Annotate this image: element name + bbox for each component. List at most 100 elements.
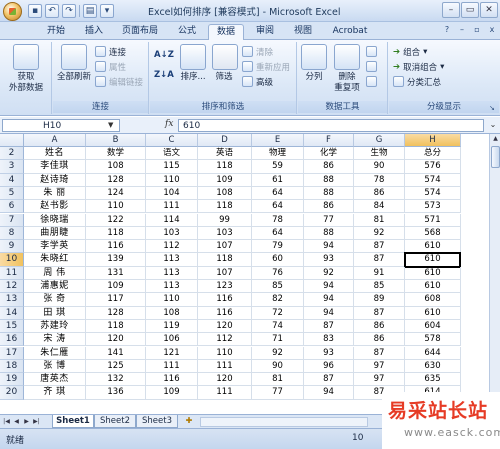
cell-f4[interactable]: 88	[304, 173, 354, 187]
select-all-corner[interactable]	[0, 134, 24, 147]
worksheet-grid[interactable]: A B C D E F G H 2 姓名 数学 语文 英语 物理 化学 生物 总分 3 李佳琪 108 115 118 59…	[0, 134, 489, 414]
row-header-3[interactable]: 3	[0, 160, 24, 174]
cell-a17[interactable]: 朱仁雁	[24, 346, 86, 360]
data-validation-button[interactable]	[366, 45, 377, 58]
cell-g5[interactable]: 86	[354, 186, 405, 201]
cell-h4[interactable]: 574	[405, 173, 461, 187]
cell-a10[interactable]: 朱晓红	[24, 253, 86, 267]
cell-b18[interactable]: 125	[86, 359, 146, 374]
column-header-b[interactable]: B	[86, 134, 146, 147]
cell-a3[interactable]: 李佳琪	[24, 160, 86, 174]
cell-e19[interactable]: 81	[252, 373, 304, 387]
ribbon-minimize-icon[interactable]: –	[457, 25, 467, 35]
cell-h14[interactable]: 610	[405, 306, 461, 320]
ungroup-button[interactable]: ➔ 取消组合 ▾	[393, 60, 444, 73]
cell-d19[interactable]: 120	[198, 373, 252, 387]
cell-a12[interactable]: 浦惠妮	[24, 280, 86, 294]
cell-a15[interactable]: 苏建玲	[24, 319, 86, 334]
row-header-6[interactable]: 6	[0, 200, 24, 214]
cell-e5[interactable]: 64	[252, 186, 304, 201]
cell-e3[interactable]: 59	[252, 160, 304, 174]
cell-f2[interactable]: 化学	[304, 147, 354, 161]
cell-g16[interactable]: 86	[354, 333, 405, 347]
cell-a16[interactable]: 宋 涛	[24, 333, 86, 347]
cell-c18[interactable]: 111	[146, 359, 198, 374]
cell-b14[interactable]: 128	[86, 306, 146, 320]
cell-f14[interactable]: 94	[304, 306, 354, 320]
sort-button[interactable]: 排序...	[178, 44, 208, 83]
cell-d16[interactable]: 112	[198, 333, 252, 347]
vertical-scrollbar[interactable]: ▲ ▼	[489, 134, 500, 414]
what-if-button[interactable]	[366, 75, 377, 88]
cell-c8[interactable]: 103	[146, 226, 198, 241]
subtotal-button[interactable]: 分类汇总	[393, 75, 441, 88]
row-header-17[interactable]: 17	[0, 346, 24, 360]
cell-g6[interactable]: 84	[354, 200, 405, 214]
sort-ascending-button[interactable]: A↓Z	[154, 48, 174, 61]
connections-button[interactable]: 连接	[95, 45, 126, 58]
cell-h7[interactable]: 571	[405, 213, 461, 227]
cell-a8[interactable]: 曲朋睫	[24, 226, 86, 241]
cell-c4[interactable]: 110	[146, 173, 198, 187]
cell-h12[interactable]: 610	[405, 280, 461, 294]
cell-c15[interactable]: 119	[146, 319, 198, 334]
consolidate-button[interactable]	[366, 60, 377, 73]
cell-h9[interactable]: 610	[405, 240, 461, 254]
cell-f15[interactable]: 87	[304, 319, 354, 334]
cell-e11[interactable]: 76	[252, 266, 304, 280]
sheet-tab-3[interactable]: Sheet3	[136, 415, 178, 428]
close-button[interactable]: ✕	[480, 2, 498, 18]
cell-h13[interactable]: 608	[405, 293, 461, 307]
cell-h19[interactable]: 635	[405, 373, 461, 387]
cell-g19[interactable]: 97	[354, 373, 405, 387]
cell-d2[interactable]: 英语	[198, 147, 252, 161]
cell-b3[interactable]: 108	[86, 160, 146, 174]
cell-a13[interactable]: 张 奇	[24, 293, 86, 307]
cell-g12[interactable]: 85	[354, 280, 405, 294]
tab-review[interactable]: 审阅	[248, 24, 282, 40]
row-header-13[interactable]: 13	[0, 293, 24, 307]
cell-e12[interactable]: 85	[252, 280, 304, 294]
cell-g3[interactable]: 90	[354, 160, 405, 174]
tab-home[interactable]: 开始	[40, 24, 72, 40]
cell-b20[interactable]: 136	[86, 386, 146, 400]
minimize-button[interactable]: –	[442, 2, 460, 18]
cell-g15[interactable]: 86	[354, 319, 405, 334]
cell-a18[interactable]: 张 博	[24, 359, 86, 374]
cell-b4[interactable]: 128	[86, 173, 146, 187]
ribbon-close-icon[interactable]: x	[487, 25, 497, 35]
help-icon[interactable]: ?	[442, 25, 452, 35]
row-header-4[interactable]: 4	[0, 173, 24, 187]
cell-a20[interactable]: 齐 琪	[24, 386, 86, 400]
cell-b6[interactable]: 110	[86, 200, 146, 214]
cell-b7[interactable]: 122	[86, 213, 146, 227]
cell-f5[interactable]: 88	[304, 186, 354, 201]
cell-c11[interactable]: 113	[146, 266, 198, 280]
column-header-c[interactable]: C	[146, 134, 198, 147]
cell-a7[interactable]: 徐晓瑞	[24, 213, 86, 227]
undo-icon[interactable]: ↶	[45, 4, 59, 18]
cell-h17[interactable]: 644	[405, 346, 461, 360]
cell-e18[interactable]: 90	[252, 359, 304, 374]
sheet-tab-1[interactable]: Sheet1	[52, 415, 94, 428]
tab-data[interactable]: 数据	[208, 24, 244, 40]
cell-g2[interactable]: 生物	[354, 147, 405, 161]
cell-f11[interactable]: 92	[304, 266, 354, 280]
cell-a2[interactable]: 姓名	[24, 147, 86, 161]
cell-c17[interactable]: 121	[146, 346, 198, 360]
row-header-2[interactable]: 2	[0, 147, 24, 161]
group-button[interactable]: ➔ 组合 ▾	[393, 45, 427, 58]
cell-f18[interactable]: 96	[304, 359, 354, 374]
cell-g13[interactable]: 89	[354, 293, 405, 307]
cell-f13[interactable]: 94	[304, 293, 354, 307]
insert-function-icon[interactable]: fx	[165, 119, 173, 129]
cell-c5[interactable]: 104	[146, 186, 198, 201]
cell-g4[interactable]: 78	[354, 173, 405, 187]
cell-f16[interactable]: 83	[304, 333, 354, 347]
cell-h16[interactable]: 578	[405, 333, 461, 347]
cell-d4[interactable]: 109	[198, 173, 252, 187]
tab-formulas[interactable]: 公式	[170, 24, 204, 40]
cell-c6[interactable]: 111	[146, 200, 198, 214]
reapply-button[interactable]: 重新应用	[242, 60, 290, 73]
cell-d17[interactable]: 110	[198, 346, 252, 360]
